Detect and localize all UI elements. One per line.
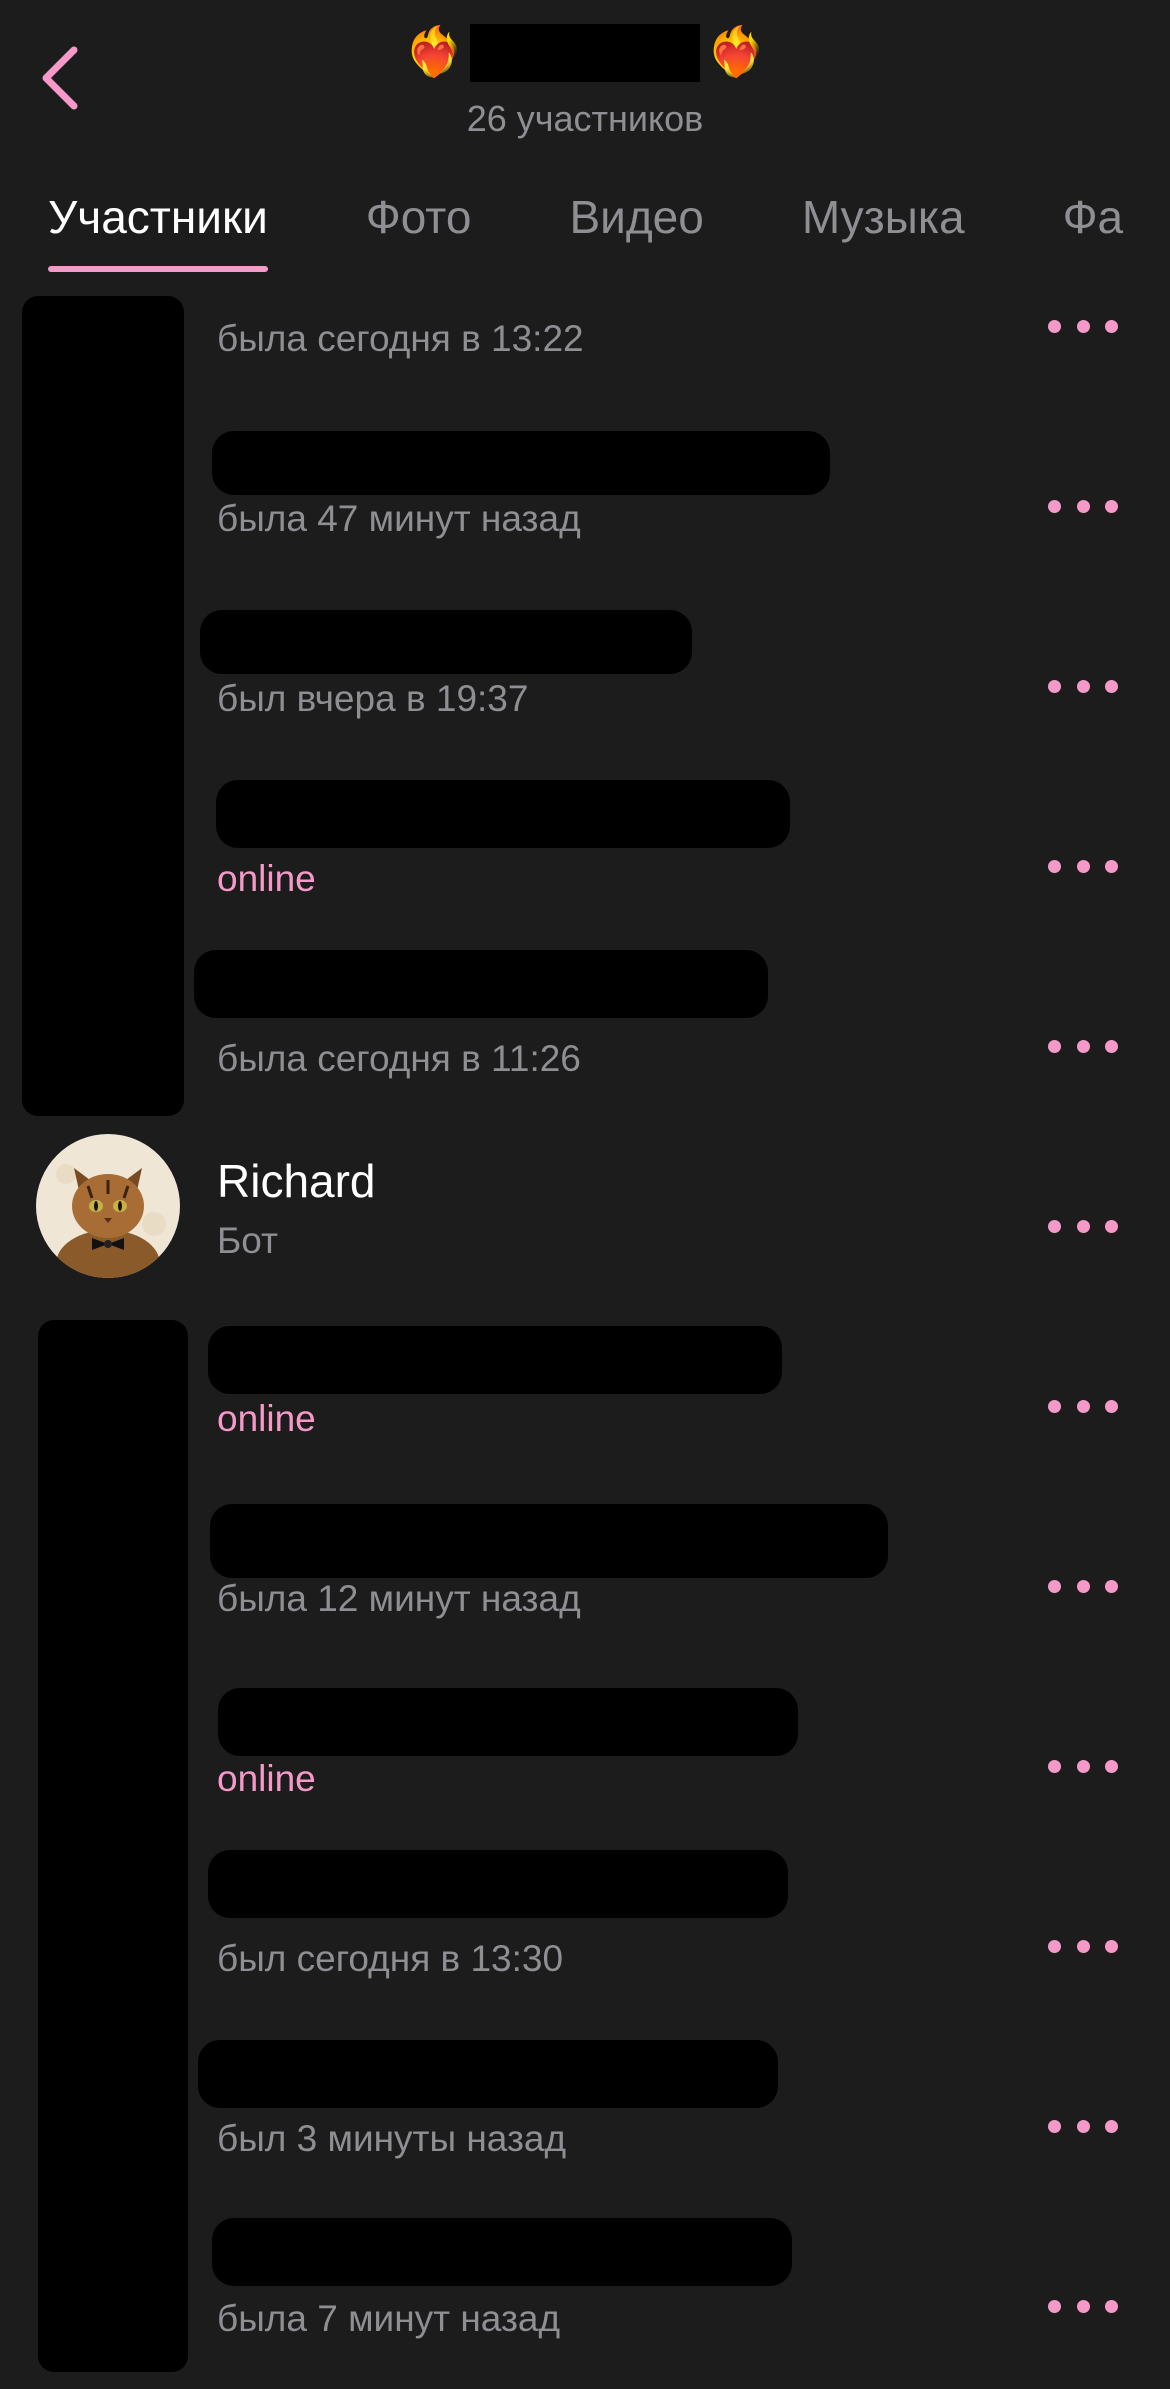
dot-icon [1076,1219,1090,1233]
member-status: online [217,1398,316,1439]
dot-icon [1105,1399,1118,1413]
dot-icon [1105,679,1118,693]
member-status: Бот [217,1220,278,1261]
member-name: Richard [217,1155,376,1207]
more-options-button[interactable] [1048,306,1118,346]
dot-icon [1105,2299,1118,2313]
name-redacted [208,1326,782,1394]
dot-icon [1076,859,1090,873]
dot-icon [1048,1759,1061,1773]
dot-icon [1048,1219,1061,1233]
dot-icon [1076,2299,1090,2313]
dot-icon [1048,2299,1061,2313]
dot-icon [1105,859,1118,873]
member-status: была 12 минут назад [217,1578,581,1619]
more-options-button[interactable] [1048,2106,1118,2146]
heart-on-fire-icon: ❤️‍🔥 [404,26,464,79]
member-status: была 47 минут назад [217,498,581,539]
name-redacted [218,1688,798,1756]
heart-on-fire-icon: ❤️‍🔥 [706,26,766,79]
more-options-button[interactable] [1048,2286,1118,2326]
member-status: была сегодня в 13:22 [217,318,584,359]
dot-icon [1048,1579,1061,1593]
name-redacted [210,1504,888,1578]
dot-icon [1076,1759,1090,1773]
avatar-redacted [22,296,184,1116]
dot-icon [1105,1939,1118,1953]
more-options-button[interactable] [1048,1746,1118,1786]
member-row[interactable]: Richard Бот [0,1118,1170,1298]
more-options-button[interactable] [1048,1566,1118,1606]
member-count: 26 участников [466,98,704,139]
dot-icon [1048,1939,1061,1953]
group-members-screen: ❤️‍🔥 ❤️‍🔥 26 участников Участники Фото В… [0,0,1170,2389]
dot-icon [1105,1039,1118,1053]
member-status: был сегодня в 13:30 [217,1938,564,1979]
name-redacted [198,2040,778,2108]
dot-icon [1048,2119,1061,2133]
dot-icon [1076,2119,1090,2133]
dot-icon [1076,1039,1090,1053]
avatar [36,1134,180,1278]
name-redacted [212,431,830,495]
dot-icon [1076,1399,1090,1413]
more-options-button[interactable] [1048,1026,1118,1066]
dot-icon [1105,1759,1118,1773]
dot-icon [1048,859,1061,873]
group-title[interactable]: ❤️‍🔥 ❤️‍🔥 [0,18,1170,88]
cat-avatar-icon [36,1134,180,1278]
dot-icon [1105,499,1118,513]
dot-icon [1076,679,1090,693]
title-redacted [470,24,700,82]
member-status: была сегодня в 11:26 [217,1038,581,1079]
name-redacted [194,950,768,1018]
more-options-button[interactable] [1048,666,1118,706]
more-options-button[interactable] [1048,1386,1118,1426]
name-redacted [212,2218,792,2286]
member-status: online [217,858,316,899]
member-status: был 3 минуты назад [217,2118,567,2159]
dot-icon [1105,2119,1118,2133]
more-options-button[interactable] [1048,1926,1118,1966]
dot-icon [1105,1219,1118,1233]
dot-icon [1048,679,1061,693]
dot-icon [1076,1939,1090,1953]
dot-icon [1105,1579,1118,1593]
dot-icon [1076,1579,1090,1593]
name-redacted [216,780,790,848]
name-redacted [200,610,692,674]
more-options-button[interactable] [1048,1206,1118,1246]
dot-icon [1076,319,1090,333]
more-options-button[interactable] [1048,846,1118,886]
member-status: была 7 минут назад [217,2298,561,2339]
more-options-button[interactable] [1048,486,1118,526]
dot-icon [1048,499,1061,513]
dot-icon [1105,319,1118,333]
member-status: был вчера в 19:37 [217,678,529,719]
member-status: online [217,1758,316,1799]
dot-icon [1048,1039,1061,1053]
dot-icon [1048,1399,1061,1413]
avatar-redacted [38,1320,188,2372]
dot-icon [1048,319,1061,333]
name-redacted [208,1850,788,1918]
dot-icon [1076,499,1090,513]
